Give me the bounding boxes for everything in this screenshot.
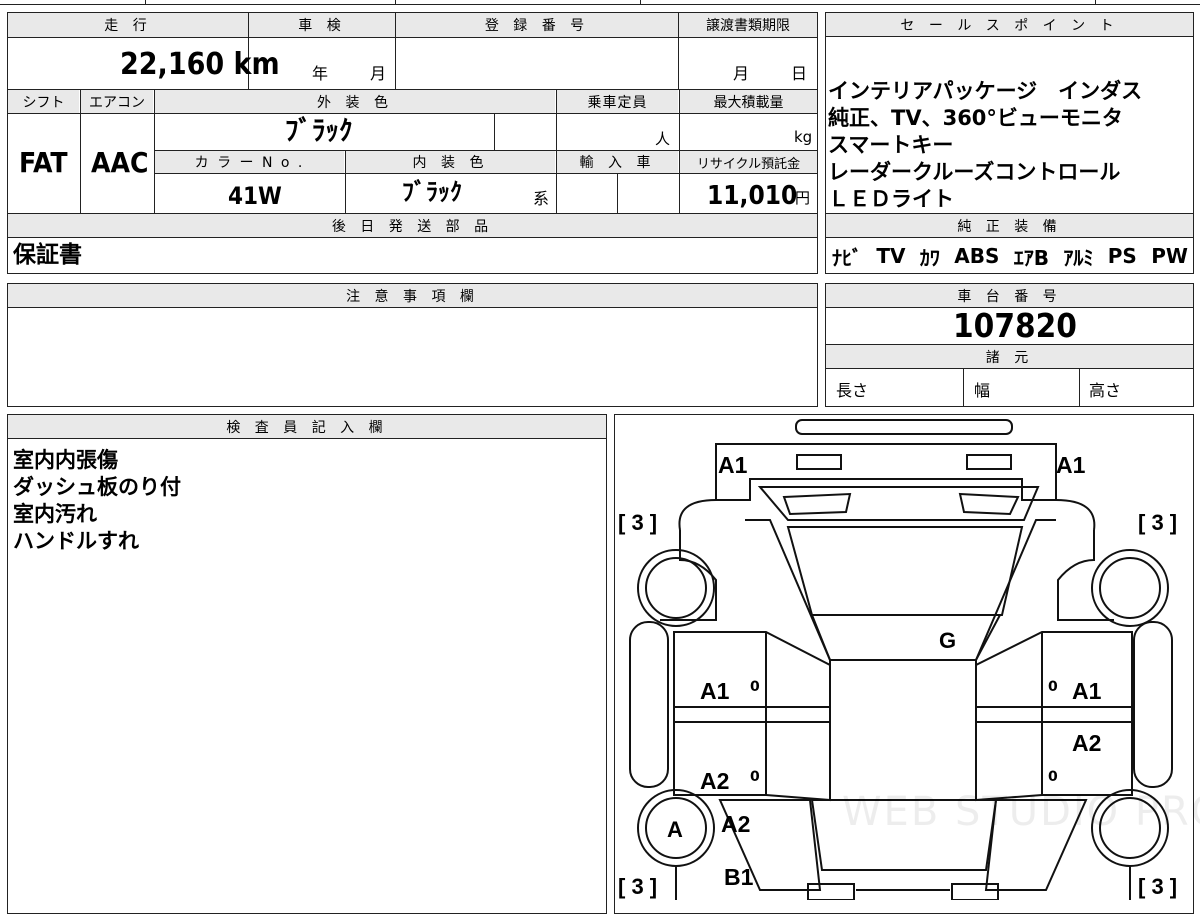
corner-label-front-right: [ 3 ]	[1138, 510, 1178, 535]
door-mark-rl: 0	[750, 769, 760, 785]
corner-label-front-left: [ 3 ]	[618, 510, 658, 535]
damage-label-glass: G	[939, 628, 957, 653]
damage-label-door-rr: A2	[1072, 730, 1102, 756]
damage-label-door-fl: A1	[700, 678, 730, 704]
watermark: WEB STUDIO PRO	[842, 789, 1200, 835]
damage-label-rear-left: B1	[724, 864, 754, 890]
damage-label-front-right: A1	[1056, 452, 1086, 478]
door-mark-fl: 0	[750, 679, 760, 695]
damage-label-quarter-left: A2	[721, 811, 751, 837]
corner-label-rear-left: [ 3 ]	[618, 874, 658, 899]
corner-label-rear-right: [ 3 ]	[1138, 874, 1178, 899]
damage-label-wheel-rl: A	[667, 817, 683, 842]
damage-label-front-left: A1	[718, 452, 748, 478]
door-mark-rr: 0	[1048, 769, 1058, 785]
door-mark-fr: 0	[1048, 679, 1058, 695]
car-outline-diagram	[629, 419, 1173, 900]
damage-label-door-rl: A2	[700, 768, 730, 794]
damage-label-door-fr: A1	[1072, 678, 1102, 704]
